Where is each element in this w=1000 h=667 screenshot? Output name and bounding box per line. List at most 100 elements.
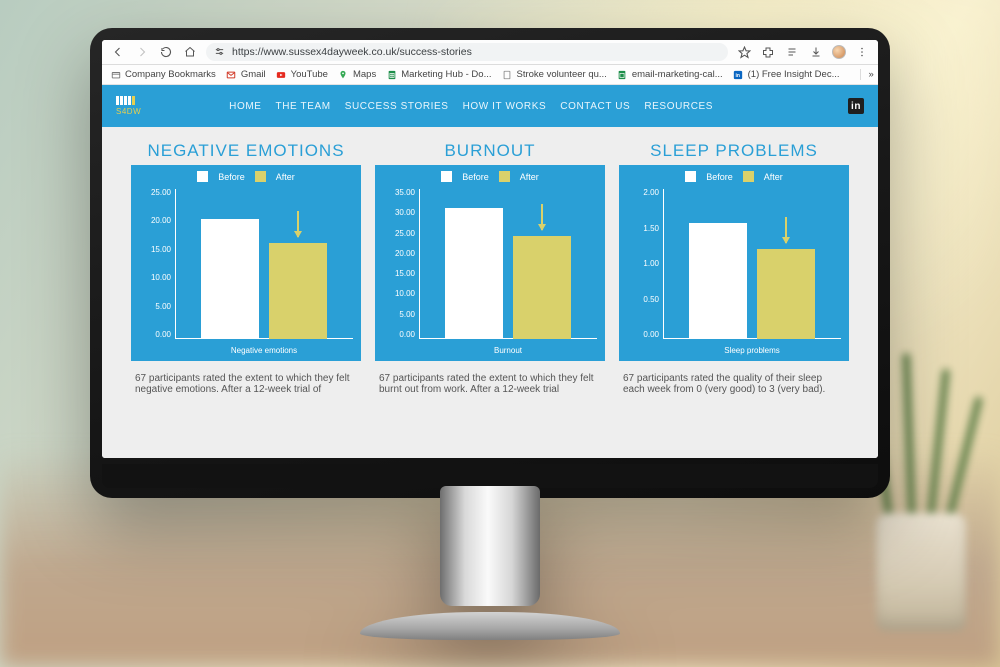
bookmark-overflow[interactable]: »: [860, 69, 874, 80]
browser-toolbar: https://www.sussex4dayweek.co.uk/success…: [102, 40, 878, 65]
page-icon: [502, 69, 513, 80]
bookmark-stroke[interactable]: Stroke volunteer qu...: [502, 69, 607, 80]
y-tick: 15.00: [143, 246, 171, 254]
bookmark-label: (1) Free Insight Dec...: [748, 69, 840, 80]
card-negative-emotions: NEGATIVE EMOTIONS Before After 25.00 20.0…: [131, 141, 361, 395]
chart-sleep-problems: Before After 2.001.501.000.500.00 Sleep …: [619, 165, 849, 361]
bar-before: [201, 219, 259, 339]
secure-tune-icon: [214, 46, 226, 58]
url-text: https://www.sussex4dayweek.co.uk/success…: [232, 46, 472, 58]
y-tick: 0.00: [387, 331, 415, 339]
bookmark-gmail[interactable]: Gmail: [226, 69, 266, 80]
arrow-down-icon: [297, 211, 299, 237]
chart-negative-emotions: Before After 25.0020.0015.0010.005.000.0…: [131, 165, 361, 361]
site-navbar: S4DW HOME THE TEAM SUCCESS STORIES HOW I…: [102, 85, 878, 127]
nav-team[interactable]: THE TEAM: [276, 101, 331, 112]
bars: [419, 189, 597, 339]
extensions-icon[interactable]: [760, 44, 776, 60]
legend-after-label: After: [764, 172, 783, 182]
y-tick: 25.00: [387, 230, 415, 238]
y-tick: 0.00: [631, 331, 659, 339]
bookmark-company[interactable]: Company Bookmarks: [110, 69, 216, 80]
swatch-after-icon: [499, 171, 510, 182]
y-tick: 20.00: [143, 217, 171, 225]
bookmark-label: Company Bookmarks: [125, 69, 216, 80]
maps-icon: [338, 69, 349, 80]
bar-before: [689, 223, 747, 339]
sheets-icon: [386, 69, 397, 80]
bookmark-bar: Company Bookmarks Gmail YouTube Maps Mar…: [102, 65, 878, 85]
nav-how-it-works[interactable]: HOW IT WORKS: [463, 101, 547, 112]
card-heading: NEGATIVE EMOTIONS: [147, 141, 344, 161]
x-axis-label: Burnout: [419, 346, 597, 355]
nav-contact-us[interactable]: CONTACT US: [560, 101, 630, 112]
y-tick: 2.00: [631, 189, 659, 197]
swatch-before-icon: [441, 171, 452, 182]
bookmark-label: YouTube: [291, 69, 328, 80]
card-heading: BURNOUT: [444, 141, 535, 161]
swatch-before-icon: [197, 171, 208, 182]
legend-before-label: Before: [218, 172, 245, 182]
bookmark-label: Stroke volunteer qu...: [517, 69, 607, 80]
menu-dots-icon[interactable]: [854, 44, 870, 60]
bookmark-youtube[interactable]: YouTube: [276, 69, 328, 80]
bars: [663, 189, 841, 339]
home-icon[interactable]: [182, 44, 198, 60]
youtube-icon: [276, 69, 287, 80]
swatch-after-icon: [255, 171, 266, 182]
y-tick: 20.00: [387, 250, 415, 258]
chart-legend: Before After: [375, 171, 605, 182]
reading-list-icon[interactable]: [784, 44, 800, 60]
logo-subtext: S4DW: [116, 107, 141, 116]
y-tick: 10.00: [143, 274, 171, 282]
card-burnout: BURNOUT Before After 35.0030.0025.0020.0…: [375, 141, 605, 395]
bookmark-emailcal[interactable]: email-marketing-cal...: [617, 69, 723, 80]
forward-icon[interactable]: [134, 44, 150, 60]
card-heading: SLEEP PROBLEMS: [650, 141, 818, 161]
swatch-after-icon: [743, 171, 754, 182]
bookmark-marketing[interactable]: Marketing Hub - Do...: [386, 69, 491, 80]
y-tick: 5.00: [387, 311, 415, 319]
logo-icon: [116, 96, 135, 105]
linkedin-icon[interactable]: in: [848, 98, 864, 114]
y-axis: 2.00 1.50 1.00 0.50 0.00: [631, 189, 659, 339]
legend-before-label: Before: [462, 172, 489, 182]
address-bar[interactable]: https://www.sussex4dayweek.co.uk/success…: [206, 43, 728, 61]
y-tick: 15.00: [387, 270, 415, 278]
y-tick: 5.00: [143, 303, 171, 311]
legend-after-label: After: [520, 172, 539, 182]
y-tick: 0.50: [631, 296, 659, 304]
bookmark-insight[interactable]: in (1) Free Insight Dec...: [733, 69, 840, 80]
bookmark-maps[interactable]: Maps: [338, 69, 376, 80]
sheets-icon: [617, 69, 628, 80]
chart-legend: Before After: [131, 171, 361, 182]
legend-after-label: After: [276, 172, 295, 182]
gmail-icon: [226, 69, 237, 80]
chart-burnout: Before After 35.0030.0025.0020.0015.0010…: [375, 165, 605, 361]
bookmark-label: Maps: [353, 69, 376, 80]
y-tick: 30.00: [387, 209, 415, 217]
y-axis: 25.0020.0015.0010.005.000.00: [143, 189, 171, 339]
y-tick: 1.00: [631, 260, 659, 268]
nav-resources[interactable]: RESOURCES: [644, 101, 713, 112]
y-tick: 1.50: [631, 225, 659, 233]
swatch-before-icon: [685, 171, 696, 182]
x-axis-label: Negative emotions: [175, 346, 353, 355]
site-logo[interactable]: S4DW: [116, 96, 141, 116]
card-caption: 67 participants rated the quality of the…: [619, 373, 849, 395]
nav-home[interactable]: HOME: [229, 101, 261, 112]
bar-after: [269, 243, 327, 339]
bars: [175, 189, 353, 339]
nav-success-stories[interactable]: SUCCESS STORIES: [345, 101, 449, 112]
star-icon[interactable]: [736, 44, 752, 60]
arrow-down-icon: [785, 217, 787, 243]
profile-avatar[interactable]: [832, 45, 846, 59]
back-icon[interactable]: [110, 44, 126, 60]
charts-row: NEGATIVE EMOTIONS Before After 25.00 20.0…: [102, 127, 878, 401]
legend-before-label: Before: [706, 172, 733, 182]
y-tick: 25.00: [143, 189, 171, 197]
download-icon[interactable]: [808, 44, 824, 60]
linkedin-icon: in: [733, 69, 744, 80]
bookmark-label: Marketing Hub - Do...: [401, 69, 491, 80]
reload-icon[interactable]: [158, 44, 174, 60]
